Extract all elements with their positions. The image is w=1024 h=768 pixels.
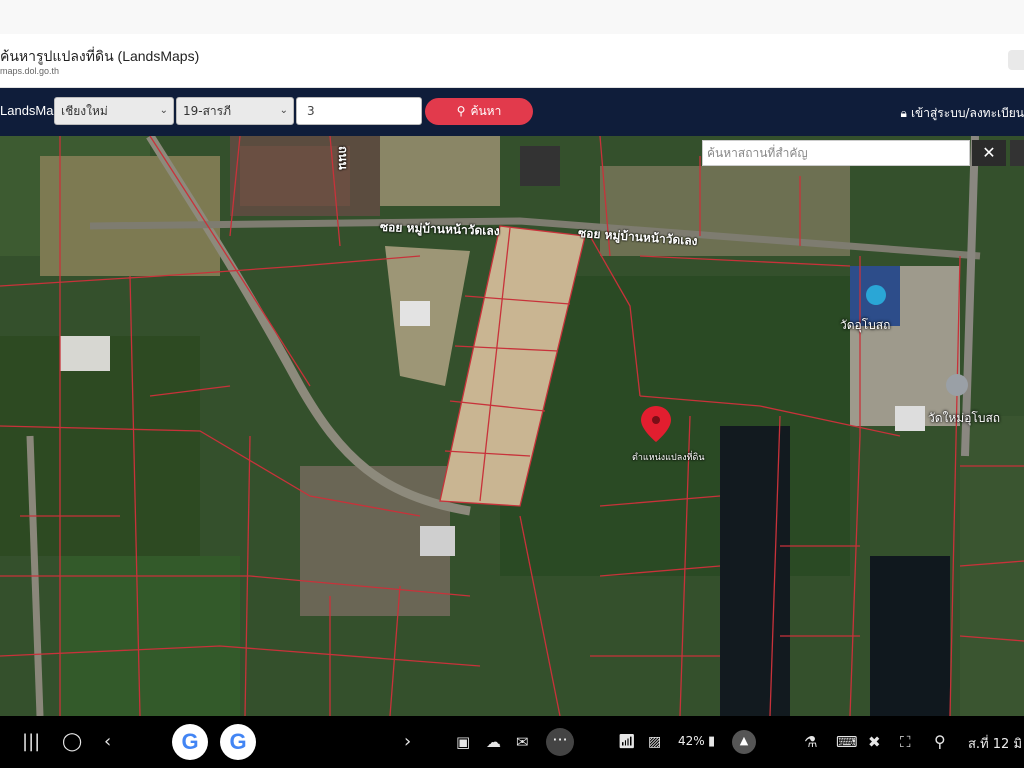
mail-icon[interactable]: ✉ (516, 732, 529, 752)
close-icon: ✕ (982, 143, 996, 162)
login-link[interactable]: 🔒︎ เข้าสู่ระบบ/ลงทะเบียน (901, 104, 1024, 123)
cloud-icon[interactable]: ☁ (486, 732, 501, 752)
recent-apps-icon[interactable]: ||| (22, 732, 40, 752)
gallery-icon[interactable]: ▣ (456, 732, 470, 752)
road-label-vertical: ถนน (336, 146, 350, 170)
home-icon[interactable]: ◯ (62, 732, 82, 752)
battery-level: 42% (678, 734, 705, 748)
province-value: เชียงใหม่ (61, 104, 108, 118)
status-bar (0, 0, 1024, 34)
wifi-icon: 📶︎ (618, 734, 636, 750)
map-canvas[interactable] (0, 136, 1024, 716)
district-select[interactable]: 19-สารภี ⌄ (176, 97, 294, 125)
tab-url: maps.dol.go.th (0, 66, 60, 76)
google-app-icon[interactable]: G (220, 724, 256, 760)
battery-icon: ▮ (708, 734, 716, 749)
browser-tab-bar: ค้นหารูปแปลงที่ดิน (LandsMaps) maps.dol.… (0, 34, 1024, 88)
google-app-icon[interactable]: G (172, 724, 208, 760)
chevron-down-icon: ⌄ (279, 105, 288, 116)
expand-up-button[interactable]: ▲ (732, 730, 756, 754)
clear-search-button[interactable]: ✕ (972, 140, 1006, 166)
tab-title[interactable]: ค้นหารูปแปลงที่ดิน (LandsMaps) (0, 46, 199, 68)
satellite-map[interactable]: ซอย หมู่บ้านหน้าวัดเลง ซอย หมู่บ้านหน้าว… (0, 136, 1024, 716)
search-button[interactable]: ⚲ ค้นหา (425, 98, 533, 125)
mute-icon[interactable]: ✖ (868, 732, 881, 752)
chevron-right-icon[interactable]: › (404, 732, 411, 752)
marker-label: ตำแหน่งแปลงที่ดิน (632, 453, 705, 463)
chevron-down-icon: ⌄ (159, 105, 168, 116)
parcel-number-input[interactable]: 3 (296, 97, 422, 125)
map-tool-button[interactable] (1010, 140, 1024, 166)
district-value: 19-สารภี (183, 104, 232, 118)
temple-label[interactable]: วัดอุโบสถ (840, 316, 890, 335)
back-icon[interactable]: ‹ (104, 732, 111, 752)
search-button-label: ค้นหา (470, 104, 502, 118)
clock: ส.ที่ 12 มิ (968, 737, 1023, 752)
province-select[interactable]: เชียงใหม่ ⌄ (54, 97, 174, 125)
place-search-input[interactable]: ค้นหาสถานที่สำคัญ (702, 140, 970, 166)
temple-label[interactable]: วัดใหม่อุโบสถ (928, 409, 1000, 428)
more-apps-button[interactable]: ··· (546, 728, 574, 756)
search-icon[interactable]: ⚲ (934, 732, 946, 752)
place-pin-icon (866, 285, 886, 305)
system-nav-bar: ||| ◯ ‹ G G › ▣ ☁ ✉ ··· 📶︎ ▨ 42% ▮ ▲ ⚗ ⌨… (0, 716, 1024, 768)
no-sim-icon: ▨ (648, 734, 662, 750)
screenshot-icon[interactable]: ⛶ (900, 732, 911, 752)
login-label: เข้าสู่ระบบ/ลงทะเบียน (910, 106, 1024, 120)
flask-icon[interactable]: ⚗ (804, 732, 817, 752)
tab-menu-button[interactable] (1008, 50, 1024, 70)
keyboard-icon[interactable]: ⌨ (836, 732, 858, 752)
search-icon: ⚲ (456, 104, 466, 118)
place-pin-icon (946, 374, 968, 396)
lock-icon: 🔒︎ (900, 106, 907, 120)
